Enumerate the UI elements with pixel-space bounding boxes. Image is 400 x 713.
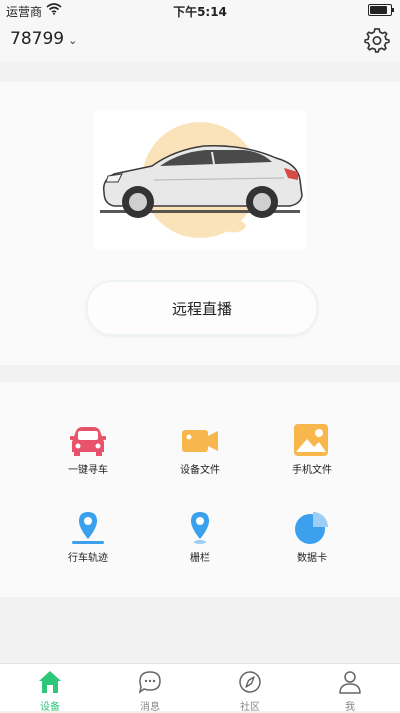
clock: 下午5:14: [173, 5, 227, 19]
device-card: 远程直播: [0, 82, 400, 365]
tab-device[interactable]: 设备: [0, 664, 100, 713]
message-icon: [138, 671, 161, 694]
tab-bar: 设备 消息 社区 我: [0, 663, 400, 713]
tab-me[interactable]: 我: [300, 664, 400, 713]
tab-community-label: 社区: [240, 702, 260, 713]
user-icon: [339, 671, 361, 694]
device-files-label: 设备文件: [180, 465, 220, 476]
geofence-button[interactable]: 栅栏: [150, 510, 250, 564]
route-pin-icon: [72, 512, 104, 544]
compass-icon: [239, 671, 261, 693]
phone-files-label: 手机文件: [292, 465, 332, 476]
feature-grid: 一键寻车 设备文件 手机文件 行车轨迹 栅栏 数据卡: [0, 382, 400, 597]
find-car-button[interactable]: 一键寻车: [38, 422, 138, 476]
device-id: 78799: [10, 29, 65, 49]
device-selector[interactable]: 78799 ⌄: [10, 29, 77, 49]
data-card-label: 数据卡: [297, 553, 327, 564]
tab-community[interactable]: 社区: [200, 664, 300, 713]
find-car-label: 一键寻车: [68, 465, 108, 476]
battery-icon: [368, 4, 394, 16]
tab-messages[interactable]: 消息: [100, 664, 200, 713]
home-icon: [39, 671, 61, 693]
device-files-button[interactable]: 设备文件: [150, 422, 250, 476]
tab-me-label: 我: [345, 702, 355, 713]
chevron-down-icon: ⌄: [68, 34, 78, 47]
live-stream-button[interactable]: 远程直播: [86, 280, 318, 336]
video-camera-icon: [182, 430, 218, 452]
geofence-label: 栅栏: [190, 553, 210, 564]
pie-chart-icon: [295, 512, 328, 544]
tab-device-label: 设备: [40, 702, 60, 713]
image-icon: [294, 424, 328, 456]
tab-messages-label: 消息: [140, 702, 160, 713]
route-button[interactable]: 行车轨迹: [38, 510, 138, 564]
status-bar: 运营商 下午5:14: [0, 0, 400, 20]
phone-files-button[interactable]: 手机文件: [262, 422, 362, 476]
live-stream-label: 远程直播: [171, 299, 232, 318]
car-icon: [70, 427, 106, 456]
header-bar: 78799 ⌄: [0, 20, 400, 62]
location-pin-icon: [191, 512, 209, 544]
car-illustration: [94, 110, 306, 250]
route-label: 行车轨迹: [68, 553, 108, 564]
gear-icon[interactable]: [364, 27, 390, 53]
data-card-button[interactable]: 数据卡: [262, 510, 362, 564]
